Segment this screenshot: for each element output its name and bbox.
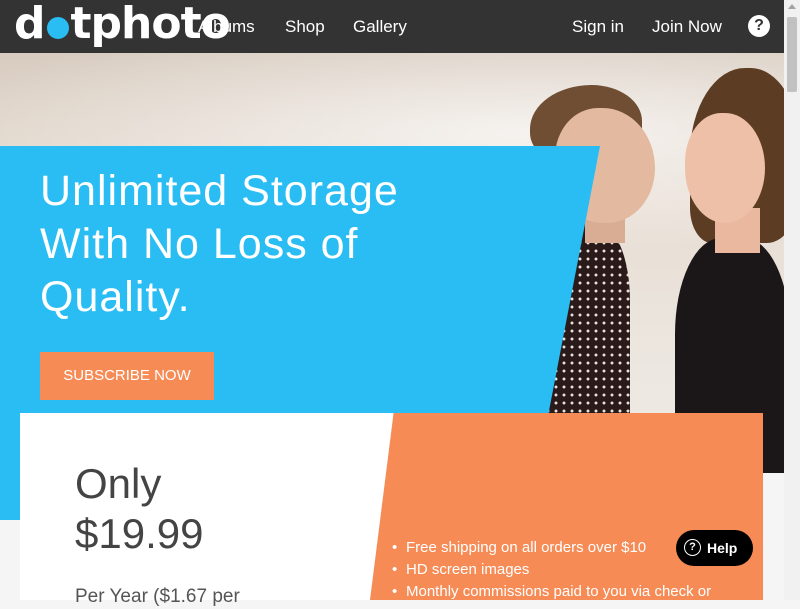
- bullet-icon: •: [392, 561, 398, 578]
- feature-item: • Free shipping on all orders over $10: [392, 537, 711, 559]
- help-question-icon[interactable]: ?: [748, 15, 770, 37]
- bullet-icon: •: [392, 539, 398, 556]
- scroll-up-arrow-icon[interactable]: [788, 4, 796, 9]
- page-scrollbar[interactable]: [784, 0, 800, 600]
- help-label: Help: [707, 540, 738, 556]
- sign-in-link[interactable]: Sign in: [572, 0, 624, 53]
- help-widget-button[interactable]: ? Help: [676, 530, 753, 566]
- price-amount: $19.99: [75, 510, 204, 557]
- feature-item: • HD screen images: [392, 559, 711, 581]
- price-prefix: Only: [75, 460, 162, 507]
- scrollbar-thumb[interactable]: [787, 17, 797, 92]
- nav-gallery[interactable]: Gallery: [353, 0, 407, 53]
- subscribe-now-button[interactable]: SUBSCRIBE NOW: [40, 352, 214, 400]
- feature-text: Free shipping on all orders over $10: [406, 539, 647, 556]
- logo-dot-icon: [46, 17, 69, 39]
- girl-face: [685, 113, 765, 223]
- feature-list: • Free shipping on all orders over $10 • H…: [392, 537, 711, 603]
- help-question-icon: ?: [684, 539, 701, 556]
- nav-albums[interactable]: Albums: [198, 0, 255, 53]
- feature-text: Monthly commissions paid to you via chec…: [406, 583, 712, 600]
- nav-shop[interactable]: Shop: [285, 0, 325, 53]
- hero-title: Unlimited Storage With No Loss of Qualit…: [40, 167, 399, 321]
- price-per-year: Per Year ($1.67 per: [75, 586, 240, 607]
- top-header: d tphoto Albums Shop Gallery Sign in Join…: [0, 0, 784, 53]
- join-now-link[interactable]: Join Now: [652, 0, 722, 53]
- logo-text-left: d: [14, 0, 45, 49]
- feature-text: HD screen images: [406, 561, 530, 578]
